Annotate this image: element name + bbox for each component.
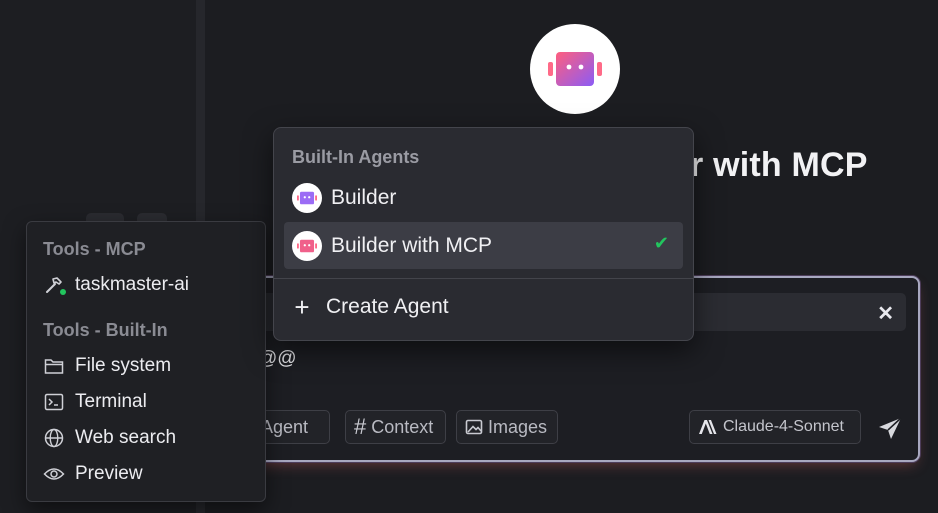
terminal-icon bbox=[43, 391, 65, 413]
context-button[interactable]: # Context bbox=[345, 410, 446, 444]
tools-builtin-heading: Tools - Built-In bbox=[43, 320, 168, 340]
image-icon bbox=[465, 419, 483, 435]
page-title: r with MCP bbox=[690, 146, 868, 184]
anthropic-icon bbox=[699, 420, 717, 434]
agent-option-label: Builder with MCP bbox=[331, 233, 493, 257]
tools-mcp-heading: Tools - MCP bbox=[43, 239, 146, 259]
send-icon[interactable] bbox=[876, 415, 904, 443]
check-icon: ✔ bbox=[653, 233, 669, 253]
tools-popover: Tools - MCP taskmaster-ai Tools - Built-… bbox=[26, 221, 266, 502]
tool-item-label: taskmaster-ai bbox=[75, 274, 190, 295]
agent-dropdown-menu: Built-In Agents Builder Builder with MCP… bbox=[273, 127, 694, 341]
context-button-label: Context bbox=[371, 416, 434, 437]
agent-option-builder-with-mcp[interactable]: Builder with MCP ✔ bbox=[284, 222, 683, 269]
create-agent-button[interactable]: + Create Agent bbox=[292, 292, 449, 322]
images-button[interactable]: Images bbox=[456, 410, 558, 444]
agent-option-builder[interactable]: Builder bbox=[284, 174, 683, 221]
robot-icon bbox=[292, 230, 322, 261]
tool-item-label: Terminal bbox=[75, 391, 147, 412]
close-icon[interactable]: ✕ bbox=[877, 301, 894, 326]
robot-icon bbox=[292, 182, 322, 213]
globe-icon bbox=[43, 427, 65, 449]
tool-item-label: File system bbox=[75, 355, 172, 376]
connected-status-dot bbox=[60, 289, 66, 295]
built-in-agents-heading: Built-In Agents bbox=[292, 147, 420, 167]
model-selector[interactable]: Claude-4-Sonnet bbox=[689, 410, 861, 444]
agent-button-label: Agent bbox=[261, 416, 309, 437]
model-label: Claude-4-Sonnet bbox=[723, 418, 844, 435]
tool-item-file-system[interactable]: File system bbox=[43, 352, 171, 380]
folder-icon bbox=[43, 355, 65, 377]
tool-item-label: Preview bbox=[75, 463, 143, 484]
hammer-icon bbox=[43, 274, 66, 296]
hash-icon: # bbox=[354, 414, 367, 439]
agent-option-label: Builder bbox=[331, 185, 397, 209]
tool-item-label: Web search bbox=[75, 427, 177, 448]
tool-item-web-search[interactable]: Web search bbox=[43, 424, 176, 452]
plus-icon: + bbox=[294, 292, 310, 322]
tool-item-preview[interactable]: Preview bbox=[43, 460, 143, 488]
images-button-label: Images bbox=[488, 416, 548, 437]
agent-avatar bbox=[530, 24, 620, 114]
eye-icon bbox=[43, 463, 65, 485]
tool-item-terminal[interactable]: Terminal bbox=[43, 388, 147, 416]
create-agent-label: Create Agent bbox=[326, 295, 449, 318]
menu-divider bbox=[274, 278, 693, 279]
tool-item-taskmaster-ai[interactable]: taskmaster-ai bbox=[43, 271, 189, 299]
robot-icon bbox=[548, 52, 602, 86]
